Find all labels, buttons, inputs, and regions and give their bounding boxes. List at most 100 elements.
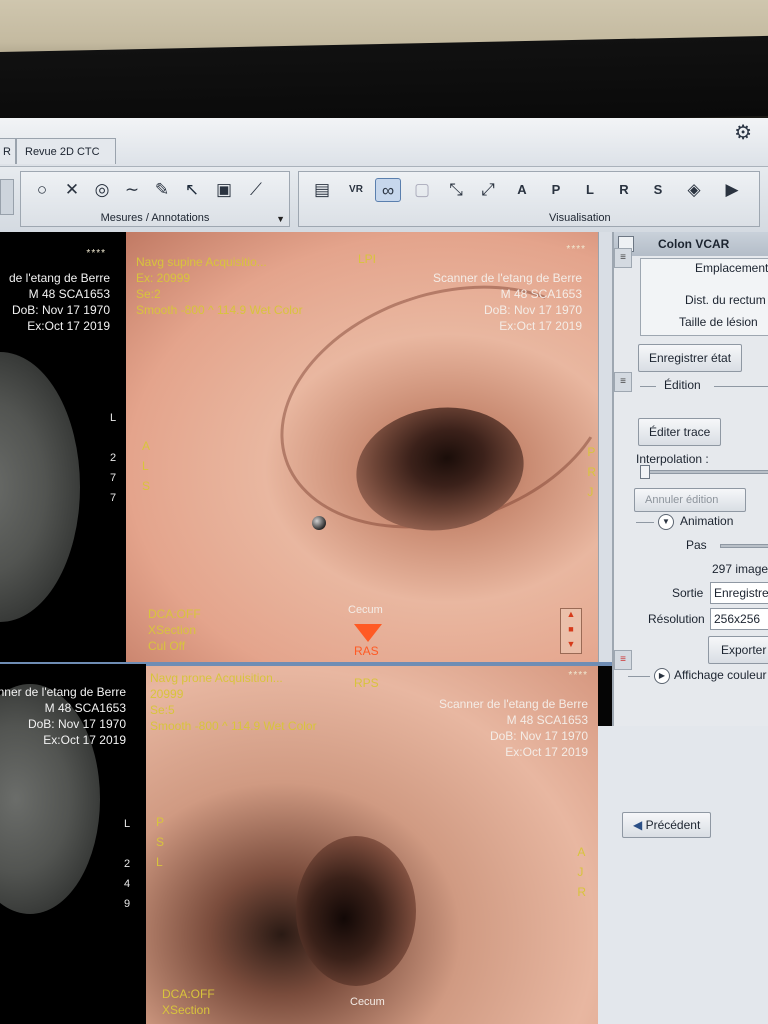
ct-side-marker: 2 — [109, 452, 117, 464]
ct-bottom-patient-info: Scanner de l'etang de Berre M 48 SCA1653… — [0, 684, 126, 748]
settings-window-icon[interactable]: ⚙ — [734, 120, 752, 145]
link-icon[interactable]: ∞ — [375, 178, 401, 202]
animation-label: Animation — [680, 514, 734, 528]
sphere-tool-icon[interactable]: ◎ — [89, 178, 115, 202]
view-p-button[interactable]: P — [543, 178, 569, 202]
toolbar: ○ ✕ ◎ ∼ ✎ ↖ ▣ ⟋ Mesures / Annotations ▼ … — [0, 166, 768, 232]
navigate-back-icon[interactable]: ⤢ — [475, 178, 501, 202]
status-line: XSection — [148, 623, 197, 637]
orientation-label: RPS — [354, 676, 379, 690]
ct-top-line: de l'etang de Berre — [8, 271, 110, 285]
orientation-label: LPI — [358, 252, 377, 266]
colon-vcar-panel: Colon VCAR Emplacement Dist. du rectum T… — [612, 232, 768, 726]
nav-down-icon[interactable]: ▼ — [561, 639, 581, 654]
navigation-marker[interactable] — [312, 516, 326, 530]
previous-button[interactable]: ◀ Précédent — [622, 812, 712, 838]
ct-bottom-line: DoB: Nov 17 1970 — [27, 717, 126, 731]
fit-icon[interactable]: ▢ — [409, 178, 435, 202]
nav-stop-icon[interactable]: ■ — [561, 624, 581, 639]
visualisation-group-label: Visualisation — [549, 212, 611, 224]
arrow-tool-icon[interactable]: ↖ — [179, 178, 205, 202]
curve-tool-icon[interactable]: ∼ — [119, 178, 145, 202]
cancel-edition-button[interactable]: Annuler édition — [634, 488, 746, 512]
dropdown-arrow-icon[interactable]: ▼ — [276, 214, 285, 224]
tab-previous[interactable]: R — [0, 138, 16, 164]
colon-lumen — [296, 836, 416, 986]
export-button[interactable]: Exporter — [708, 636, 768, 664]
endo-info-line: Ex: 20999 — [136, 271, 191, 285]
section-divider — [714, 386, 768, 387]
panel-scroll-up[interactable]: ≡ — [614, 248, 632, 268]
sortie-select[interactable]: Enregistre — [710, 582, 768, 604]
endo-top-right-letters: P R J — [587, 442, 596, 502]
endo-top-patient-info: Scanner de l'etang de Berre M 48 SCA1653… — [342, 270, 582, 334]
view-a-button[interactable]: A — [509, 178, 535, 202]
status-line: Cul Off — [148, 639, 186, 653]
panel-scroll-marker[interactable]: ≡ — [614, 372, 632, 392]
pen-tool-icon[interactable]: ✎ — [149, 178, 175, 202]
cross-tool-icon[interactable]: ✕ — [59, 178, 85, 202]
endo-top-bottom-info: DCA:OFF XSection Cul Off — [148, 606, 201, 654]
flythrough-control[interactable]: ▲ ■ ▼ — [560, 608, 582, 654]
section-divider — [640, 386, 656, 387]
color-display-expand-icon[interactable]: ▶ — [654, 668, 670, 684]
save-state-button[interactable]: Enregistrer état — [638, 344, 743, 372]
cube-tool-icon[interactable]: ▣ — [211, 178, 237, 202]
nav-up-icon[interactable]: ▲ — [561, 609, 581, 624]
cube-view-icon[interactable]: ◈ — [681, 178, 707, 202]
resolution-select[interactable]: 256x256 — [710, 608, 768, 630]
endoluminal-view-prone[interactable]: Navg prone Acquisition... 20999 Se:5 Smo… — [146, 666, 598, 1024]
interpolation-slider-thumb[interactable] — [640, 465, 650, 479]
ct-side-marker: 2 — [123, 858, 131, 870]
pas-slider[interactable] — [720, 544, 768, 548]
view-s-button[interactable]: S — [645, 178, 671, 202]
layout-icon[interactable]: ▤ — [309, 178, 335, 202]
endo-info-line: Se:5 — [150, 703, 175, 717]
image-count: 297 image — [712, 562, 768, 576]
endo-top-info: Navg supine Acquisitio... Ex: 20999 Se:2… — [136, 254, 303, 318]
endo-bottom-info: Navg prone Acquisition... 20999 Se:5 Smo… — [150, 670, 317, 734]
endo-bottom-patient-info: Scanner de l'etang de Berre M 48 SCA1653… — [348, 696, 588, 760]
vr-button[interactable]: VR — [343, 178, 369, 202]
view-l-button[interactable]: L — [577, 178, 603, 202]
movie-icon[interactable]: ▶ — [719, 178, 745, 202]
color-display-label: Affichage couleur — [674, 668, 767, 682]
patient-line: Scanner de l'etang de Berre — [438, 697, 588, 711]
view-r-button[interactable]: R — [611, 178, 637, 202]
cecum-arrow-icon[interactable] — [354, 624, 382, 642]
panel-scroll-down[interactable]: ≡ — [614, 650, 632, 670]
distance-label: Dist. du rectum — [685, 293, 766, 307]
ct-side-marker: 7 — [109, 472, 117, 484]
interpolation-slider[interactable] — [640, 470, 768, 474]
patient-line: DoB: Nov 17 1970 — [483, 303, 582, 317]
section-divider — [636, 522, 654, 523]
previous-arrow-icon: ◀ — [633, 818, 643, 832]
sortie-label: Sortie — [672, 586, 704, 600]
tab-revue-2d-ctc[interactable]: Revue 2D CTC — [16, 138, 116, 164]
cecum-label: Cecum — [348, 604, 383, 616]
ct-axial-view-bottom[interactable]: Scanner de l'etang de Berre M 48 SCA1653… — [0, 664, 146, 1024]
ct-bottom-line: Ex:Oct 17 2019 — [43, 733, 126, 747]
ct-side-marker: 4 — [123, 878, 131, 890]
endoluminal-view-supine[interactable]: Navg supine Acquisitio... Ex: 20999 Se:2… — [126, 232, 612, 662]
ct-side-marker: 9 — [123, 898, 131, 910]
emplacement-label: Emplacement — [695, 261, 768, 275]
direction-label: RAS — [354, 644, 379, 658]
ct-axial-view-top[interactable]: **** de l'etang de Berre M 48 SCA1653 Do… — [0, 232, 126, 662]
toolbar-side-tab[interactable] — [0, 179, 14, 215]
endo-bottom-bottom-info: DCA:OFF XSection — [162, 986, 215, 1018]
vertical-scrollbar[interactable] — [598, 232, 612, 662]
ct-bottom-line: M 48 SCA1653 — [44, 701, 126, 715]
roi-tool-icon[interactable]: ○ — [29, 178, 55, 202]
viewer-area: **** de l'etang de Berre M 48 SCA1653 Do… — [0, 232, 612, 1024]
ruler-tool-icon[interactable]: ⟋ — [243, 178, 269, 202]
orientation-letter: L — [142, 459, 149, 473]
ct-top-side-markers: L 2 7 7 — [106, 408, 120, 508]
edit-trace-button[interactable]: Éditer trace — [638, 418, 722, 446]
animation-collapse-icon[interactable]: ▼ — [658, 514, 674, 530]
orientation-letter: J — [577, 865, 584, 879]
navigate-icon[interactable]: ⤡ — [443, 178, 469, 202]
ct-top-line: DoB: Nov 17 1970 — [11, 303, 110, 317]
endo-info-line: Navg prone Acquisition... — [150, 671, 283, 685]
endo-top-left-letters: A L S — [142, 436, 150, 496]
